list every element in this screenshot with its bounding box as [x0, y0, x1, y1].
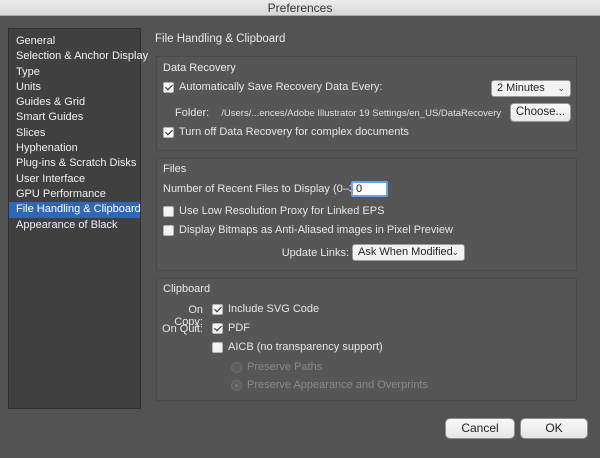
- update-links-label: Update Links:: [281, 247, 349, 259]
- sidebar-item-units[interactable]: Units: [9, 80, 140, 95]
- bitmaps-row: Display Bitmaps as Anti-Aliased images i…: [163, 224, 453, 236]
- include-svg-row: Include SVG Code: [212, 303, 319, 315]
- chevron-down-icon: ⌄: [451, 247, 459, 257]
- recovery-interval-value: 2 Minutes: [497, 82, 545, 94]
- auto-save-checkbox[interactable]: [163, 81, 174, 93]
- recent-files-input[interactable]: 0: [351, 181, 388, 197]
- preserve-appearance-radio[interactable]: [231, 379, 242, 391]
- update-links-dropdown[interactable]: Ask When Modified ⌄: [352, 244, 465, 261]
- anti-aliased-bitmaps-label: Display Bitmaps as Anti-Aliased images i…: [179, 224, 453, 236]
- sidebar-item-plugins-scratch-disks[interactable]: Plug-ins & Scratch Disks: [9, 156, 140, 171]
- aicb-label: AICB (no transparency support): [228, 341, 383, 353]
- preserve-paths-label: Preserve Paths: [247, 361, 323, 373]
- preserve-paths-radio[interactable]: [231, 361, 242, 373]
- folder-path: /Users/...ences/Adobe Illustrator 19 Set…: [221, 107, 502, 119]
- on-quit-label: On Quit:: [162, 323, 203, 335]
- preserve-paths-row: Preserve Paths: [231, 361, 322, 373]
- anti-aliased-bitmaps-checkbox[interactable]: [163, 224, 174, 236]
- sidebar-item-user-interface[interactable]: User Interface: [9, 172, 140, 187]
- recent-files-row: Number of Recent Files to Display (0–30)…: [163, 183, 368, 195]
- sidebar-item-slices[interactable]: Slices: [9, 126, 140, 141]
- chevron-down-icon: ⌄: [557, 83, 565, 93]
- auto-save-row: Automatically Save Recovery Data Every:: [163, 81, 383, 93]
- choose-folder-button[interactable]: Choose...: [510, 103, 571, 122]
- recovery-interval-dropdown[interactable]: 2 Minutes ⌄: [491, 80, 571, 97]
- low-res-proxy-label: Use Low Resolution Proxy for Linked EPS: [179, 205, 385, 217]
- pdf-checkbox[interactable]: [212, 322, 223, 334]
- window-title: Preferences: [267, 1, 333, 15]
- sidebar-item-hyphenation[interactable]: Hyphenation: [9, 141, 140, 156]
- turn-off-recovery-label: Turn off Data Recovery for complex docum…: [179, 126, 409, 138]
- ok-button[interactable]: OK: [520, 418, 588, 439]
- include-svg-label: Include SVG Code: [228, 303, 320, 315]
- pdf-row: PDF: [212, 322, 250, 334]
- window-titlebar: Preferences: [0, 0, 600, 16]
- sidebar-item-type[interactable]: Type: [9, 65, 140, 80]
- page-title: File Handling & Clipboard: [155, 33, 286, 45]
- sidebar-item-smart-guides[interactable]: Smart Guides: [9, 110, 140, 125]
- turn-off-recovery-checkbox[interactable]: [163, 126, 174, 138]
- recent-files-label: Number of Recent Files to Display (0–30)…: [163, 183, 368, 195]
- update-links-value: Ask When Modified: [358, 246, 453, 258]
- sidebar-item-gpu-performance[interactable]: GPU Performance: [9, 187, 140, 202]
- data-recovery-panel: Data Recovery Automatically Save Recover…: [156, 56, 577, 151]
- sidebar-item-selection-anchor-display[interactable]: Selection & Anchor Display: [9, 49, 148, 64]
- pdf-label: PDF: [228, 322, 250, 334]
- cancel-button[interactable]: Cancel: [445, 418, 515, 439]
- clipboard-title: Clipboard: [163, 283, 211, 295]
- turn-off-row: Turn off Data Recovery for complex docum…: [163, 126, 409, 138]
- preserve-appearance-label: Preserve Appearance and Overprints: [247, 379, 428, 391]
- preserve-appearance-row: Preserve Appearance and Overprints: [231, 379, 428, 391]
- include-svg-checkbox[interactable]: [212, 303, 223, 315]
- folder-row: Folder: /Users/...ences/Adobe Illustrato…: [175, 107, 501, 119]
- low-res-proxy-checkbox[interactable]: [163, 205, 174, 217]
- aicb-checkbox[interactable]: [212, 341, 223, 353]
- folder-label: Folder:: [175, 107, 210, 119]
- files-title: Files: [163, 163, 187, 175]
- aicb-row: AICB (no transparency support): [212, 341, 383, 353]
- low-res-row: Use Low Resolution Proxy for Linked EPS: [163, 205, 384, 217]
- files-panel: Files Number of Recent Files to Display …: [156, 158, 577, 271]
- sidebar-item-appearance-of-black[interactable]: Appearance of Black: [9, 218, 140, 233]
- data-recovery-title: Data Recovery: [163, 62, 236, 74]
- preferences-sidebar: General Selection & Anchor Display Type …: [8, 28, 148, 409]
- auto-save-label: Automatically Save Recovery Data Every:: [179, 81, 383, 93]
- clipboard-panel: Clipboard On Copy: Include SVG Code On Q…: [156, 278, 577, 401]
- sidebar-item-general[interactable]: General: [9, 34, 140, 49]
- sidebar-item-guides-grid[interactable]: Guides & Grid: [9, 95, 140, 110]
- sidebar-item-file-handling-clipboard[interactable]: File Handling & Clipboard: [9, 202, 141, 218]
